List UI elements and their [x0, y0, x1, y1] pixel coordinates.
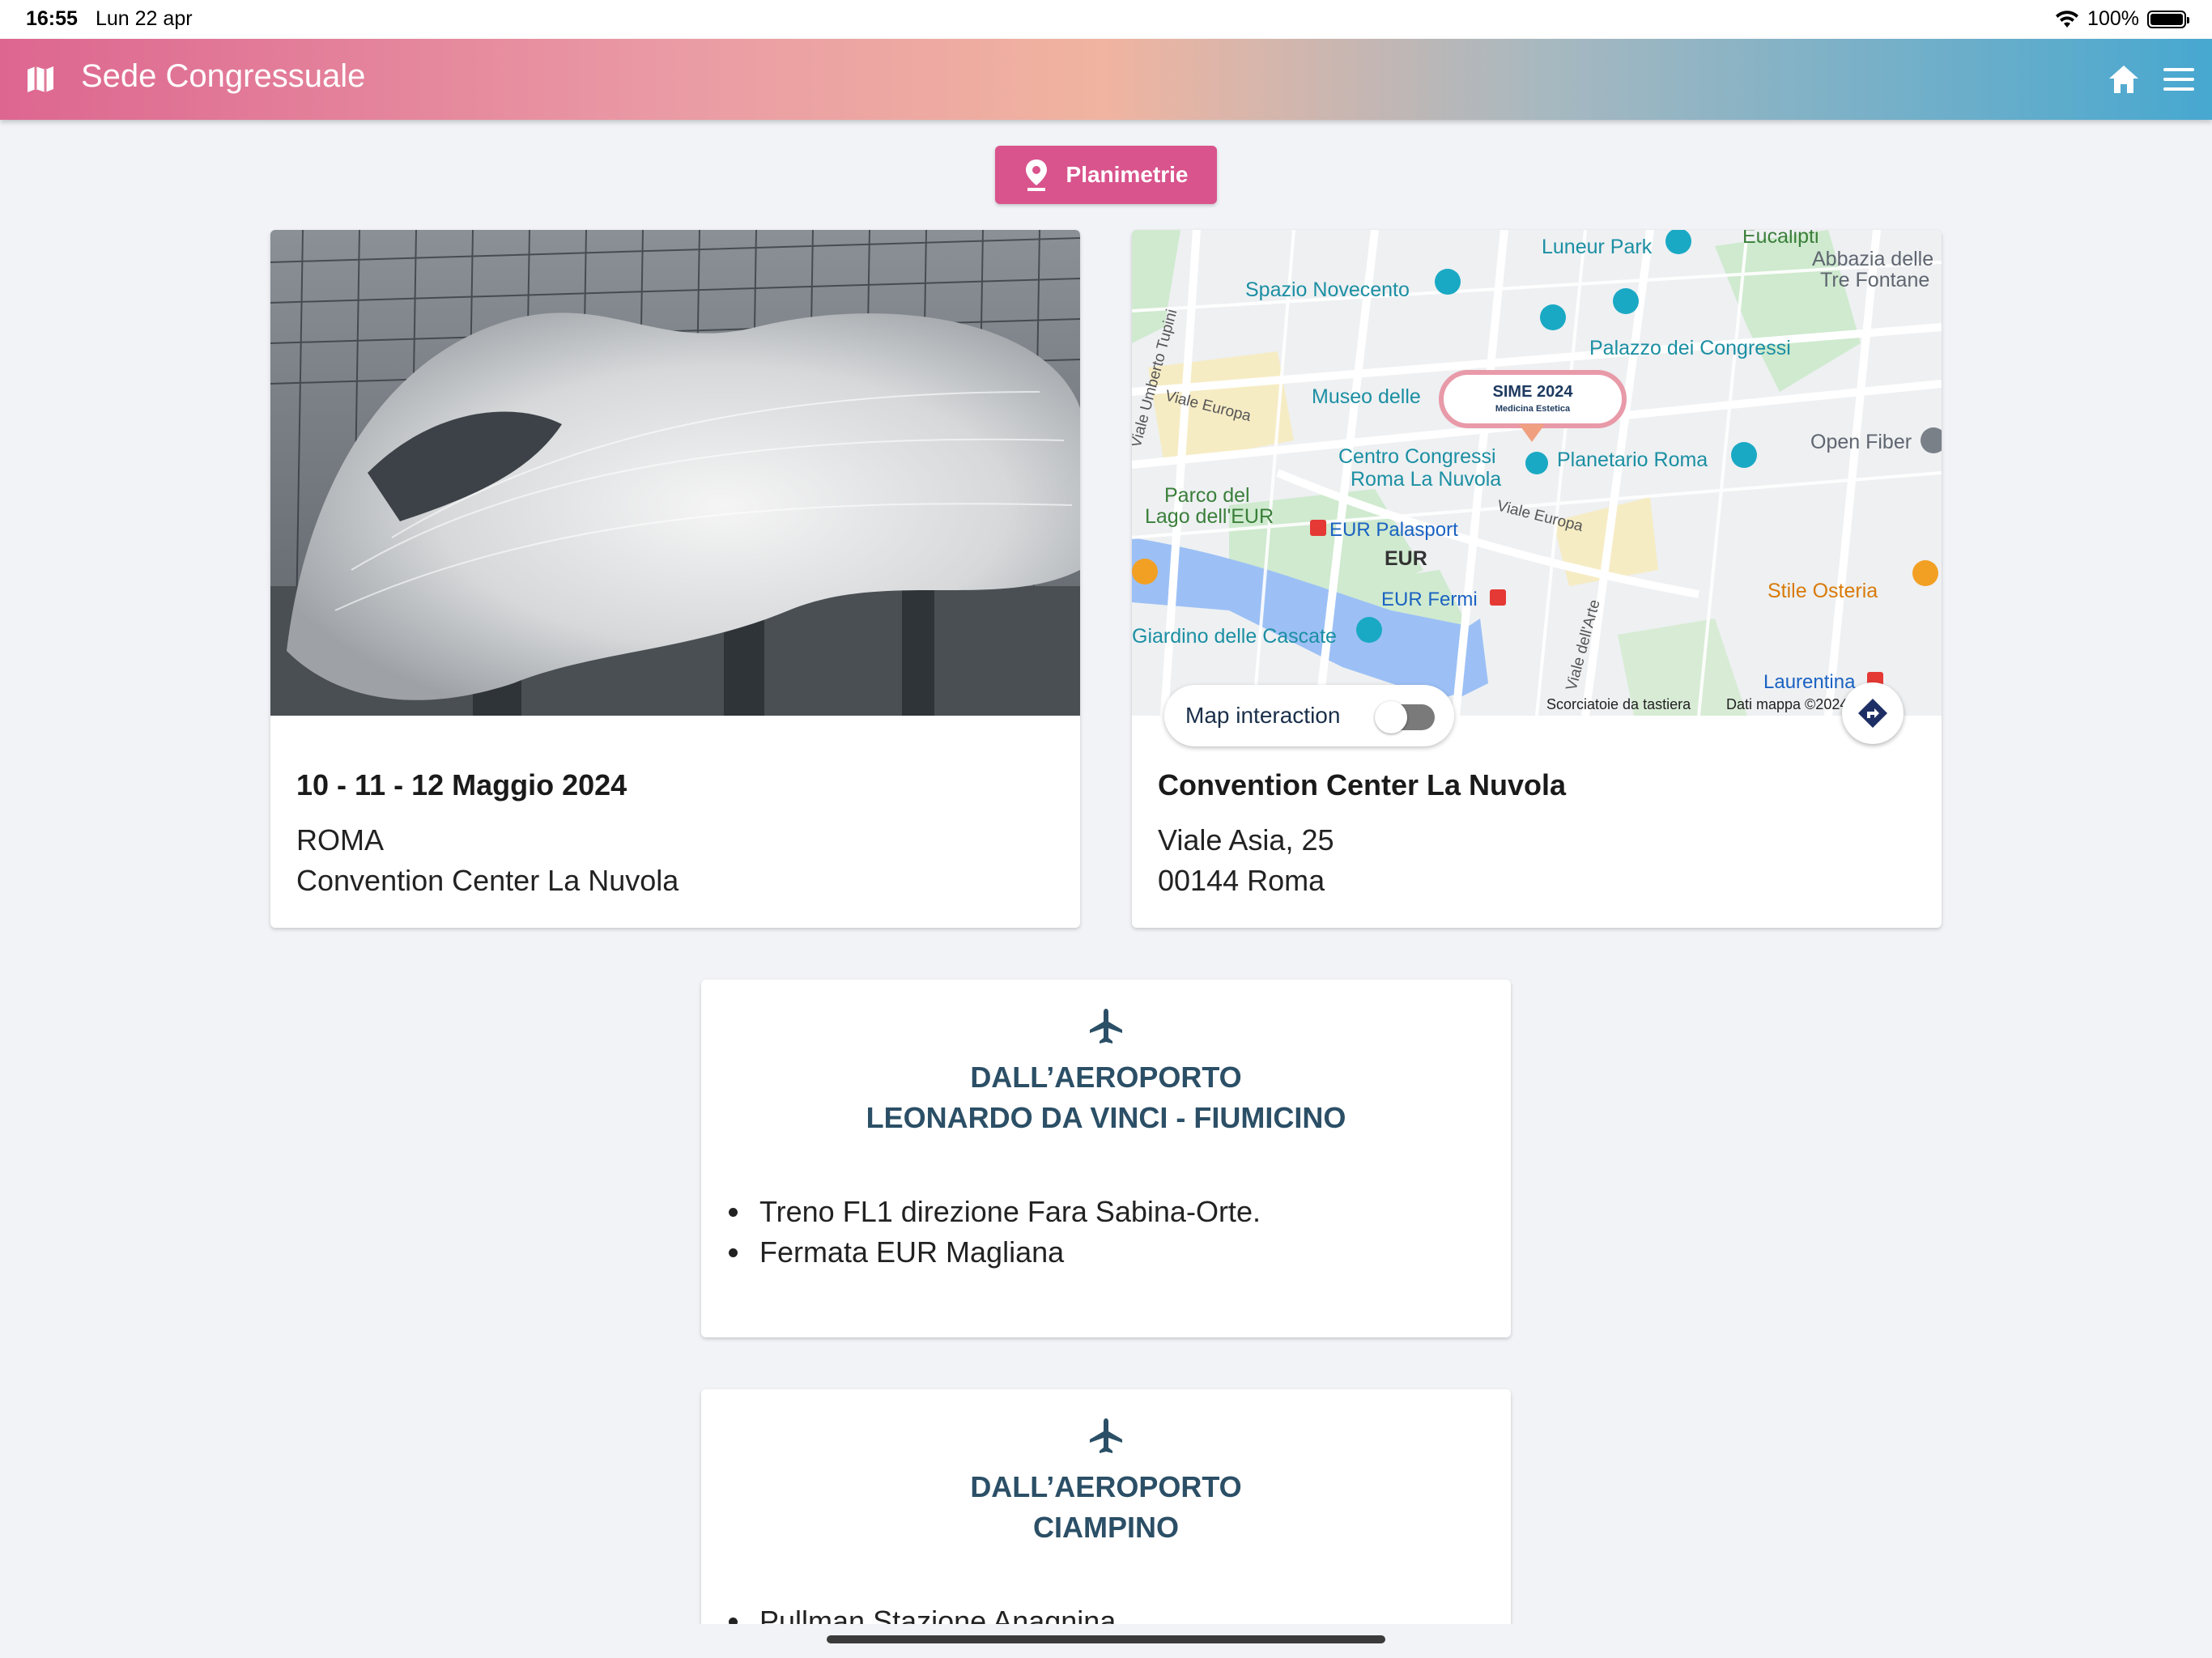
svg-text:Stile Osteria: Stile Osteria	[1767, 580, 1878, 602]
status-date: Lun 22 apr	[96, 7, 193, 30]
svg-text:Eucalipti: Eucalipti	[1742, 230, 1819, 248]
svg-text:Museo delle: Museo delle	[1312, 385, 1421, 408]
venue-photo	[270, 230, 1080, 716]
location-pin-icon	[1025, 159, 1047, 191]
svg-text:Giardino delle Cascate: Giardino delle Cascate	[1132, 625, 1337, 648]
floorplan-button[interactable]: Planimetrie	[995, 146, 1217, 204]
svg-text:EUR Fermi: EUR Fermi	[1381, 589, 1478, 610]
svg-text:SIME 2024: SIME 2024	[1493, 383, 1574, 401]
event-venue: Convention Center La Nuvola	[296, 864, 679, 897]
wifi-icon	[2056, 10, 2079, 28]
svg-text:Parco del: Parco del	[1164, 484, 1250, 507]
list-item: Fermata EUR Magliana	[729, 1232, 1261, 1273]
svg-text:Open Fiber: Open Fiber	[1810, 431, 1912, 453]
svg-text:Laurentina: Laurentina	[1763, 671, 1856, 693]
svg-text:Dati mappa ©2024: Dati mappa ©2024	[1726, 696, 1848, 712]
svg-text:Scorciatoie da tastiera: Scorciatoie da tastiera	[1546, 696, 1691, 712]
hamburger-menu-icon[interactable]	[2162, 65, 2196, 94]
map-view[interactable]: SIME 2024 Medicina Estetica Luneur Park …	[1132, 230, 1942, 716]
app-header: Sede Congressuale	[0, 39, 2212, 120]
status-indicators: 100%	[2055, 7, 2189, 31]
venue-name: Convention Center La Nuvola	[1158, 768, 1567, 801]
status-time: 16:55	[26, 7, 78, 30]
map-card: SIME 2024 Medicina Estetica Luneur Park …	[1132, 230, 1942, 928]
status-bar: 16:55 Lun 22 apr 100%	[0, 0, 2212, 39]
map-interaction-switch[interactable]	[1375, 701, 1435, 733]
svg-text:Palazzo dei Congressi: Palazzo dei Congressi	[1589, 337, 1791, 359]
battery-percentage: 100%	[2087, 7, 2139, 30]
home-icon[interactable]	[2107, 63, 2141, 96]
directions-button[interactable]	[1842, 682, 1904, 744]
map-interaction-toggle[interactable]: Map interaction	[1164, 685, 1454, 746]
airport-title: DALL’AEROPORTO CIAMPINO	[970, 1470, 1242, 1544]
floorplan-button-label: Planimetrie	[1066, 162, 1189, 187]
venue-address-line2: 00144 Roma	[1158, 864, 1325, 897]
svg-text:Centro Congressi: Centro Congressi	[1338, 445, 1496, 468]
venue-card: 10 - 11 - 12 Maggio 2024 ROMA Convention…	[270, 230, 1080, 928]
svg-text:Roma La Nuvola: Roma La Nuvola	[1351, 468, 1501, 491]
svg-text:Lago dell'EUR: Lago dell'EUR	[1145, 505, 1274, 528]
airport-card-ciampino: DALL’AEROPORTO CIAMPINO Pullman Stazione…	[701, 1389, 1511, 1658]
airport-card-fiumicino: DALL’AEROPORTO LEONARDO DA VINCI - FIUMI…	[701, 980, 1511, 1337]
directions-list: Treno FL1 direzione Fara Sabina-Orte. Fe…	[729, 1192, 1261, 1273]
svg-text:Luneur Park: Luneur Park	[1542, 236, 1653, 258]
event-city: ROMA	[296, 823, 384, 857]
map-interaction-label: Map interaction	[1185, 703, 1341, 728]
svg-text:Medicina Estetica: Medicina Estetica	[1495, 404, 1571, 414]
svg-text:Planetario Roma: Planetario Roma	[1557, 449, 1708, 471]
svg-text:EUR Palasport: EUR Palasport	[1329, 519, 1458, 541]
directions-icon	[1858, 699, 1887, 728]
event-dates: 10 - 11 - 12 Maggio 2024	[296, 768, 627, 801]
page-title: Sede Congressuale	[81, 58, 366, 94]
svg-text:Tre Fontane: Tre Fontane	[1820, 269, 1929, 291]
home-indicator[interactable]	[827, 1635, 1385, 1643]
airplane-icon	[1090, 1009, 1122, 1044]
venue-address-line1: Viale Asia, 25	[1158, 823, 1334, 857]
svg-text:EUR: EUR	[1385, 547, 1427, 570]
airport-title: DALL’AEROPORTO LEONARDO DA VINCI - FIUMI…	[866, 1061, 1346, 1134]
airplane-icon	[1090, 1418, 1122, 1453]
battery-icon	[2147, 10, 2189, 28]
map-icon	[28, 66, 53, 92]
list-item: Treno FL1 direzione Fara Sabina-Orte.	[729, 1192, 1261, 1232]
svg-text:Spazio Novecento: Spazio Novecento	[1245, 278, 1410, 301]
svg-text:Abbazia delle: Abbazia delle	[1812, 248, 1933, 270]
